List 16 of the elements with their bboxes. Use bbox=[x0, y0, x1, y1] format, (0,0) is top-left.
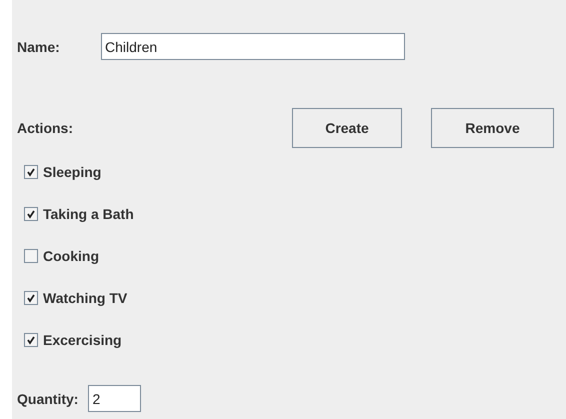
checkbox[interactable]: Excercising bbox=[24, 332, 122, 348]
name-label: Name: bbox=[17, 38, 61, 54]
checkbox[interactable]: Sleeping bbox=[24, 164, 102, 180]
check-icon bbox=[25, 292, 37, 304]
actions-label: Actions: bbox=[17, 120, 74, 136]
checkbox[interactable]: Cooking bbox=[24, 248, 99, 264]
create-button[interactable]: Create bbox=[292, 108, 402, 148]
checkbox[interactable]: Taking a Bath bbox=[24, 206, 134, 222]
check-icon bbox=[25, 334, 37, 346]
check-icon bbox=[25, 208, 37, 220]
checkbox[interactable]: Watching TV bbox=[24, 290, 128, 306]
remove-button[interactable]: Remove bbox=[431, 108, 554, 148]
quantity-label: Quantity: bbox=[17, 390, 78, 406]
quantity-field[interactable]: 2 bbox=[88, 385, 142, 412]
name-field[interactable]: Children bbox=[101, 33, 405, 60]
check-icon bbox=[25, 166, 37, 178]
